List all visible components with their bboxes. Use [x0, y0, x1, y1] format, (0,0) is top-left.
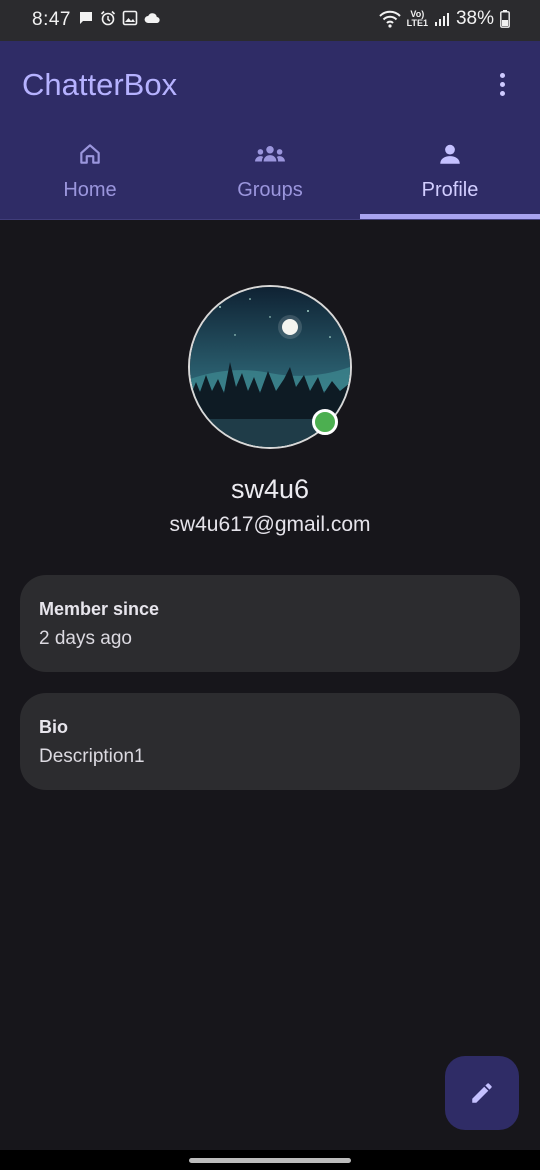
network-indicator: Vo) LTE1	[406, 9, 428, 28]
status-right: Vo) LTE1 38%	[378, 8, 510, 30]
notification-icons	[78, 10, 160, 26]
battery-icon	[500, 10, 510, 28]
bio-value: Description1	[39, 746, 145, 767]
more-vert-icon	[490, 71, 514, 96]
app-bar: ChatterBox Home Groups Profile	[0, 41, 540, 220]
profile-username: sw4u6	[230, 474, 310, 504]
cloud-icon	[144, 13, 160, 24]
signal-icon	[434, 13, 449, 26]
tab-groups-label: Groups	[237, 179, 303, 201]
tab-home-label: Home	[63, 179, 117, 201]
home-gesture-handle[interactable]	[189, 1158, 351, 1163]
wifi-icon	[378, 10, 401, 28]
tab-bar: Home Groups Profile	[0, 139, 540, 219]
battery-percent: 38%	[455, 8, 494, 29]
status-bar: 8:47 Vo) LTE1 38%	[0, 0, 540, 41]
message-icon	[80, 12, 92, 24]
status-time: 8:47	[32, 9, 71, 30]
edit-icon	[472, 1083, 492, 1103]
member-since-title: Member since	[39, 599, 160, 619]
home-icon	[80, 144, 100, 164]
active-tab-indicator	[360, 214, 540, 219]
member-since-value: 2 days ago	[39, 628, 132, 649]
person-icon	[440, 144, 460, 164]
bio-title: Bio	[39, 717, 68, 737]
groups-icon	[255, 146, 285, 162]
online-status-indicator	[312, 409, 338, 435]
edit-profile-button[interactable]	[445, 1056, 519, 1130]
alarm-icon	[100, 10, 116, 26]
tab-groups[interactable]: Groups	[180, 139, 360, 219]
app-title: ChatterBox	[22, 67, 178, 102]
system-nav-bar	[0, 1150, 540, 1170]
tab-home[interactable]: Home	[0, 139, 180, 219]
tab-profile-label: Profile	[421, 179, 479, 201]
tab-profile[interactable]: Profile	[360, 139, 540, 219]
image-icon	[122, 10, 138, 26]
bio-card: Bio Description1	[20, 693, 520, 790]
avatar[interactable]	[188, 285, 352, 449]
more-options-button[interactable]	[490, 71, 514, 101]
profile-email: sw4u617@gmail.com	[169, 513, 371, 536]
member-since-card: Member since 2 days ago	[20, 575, 520, 672]
